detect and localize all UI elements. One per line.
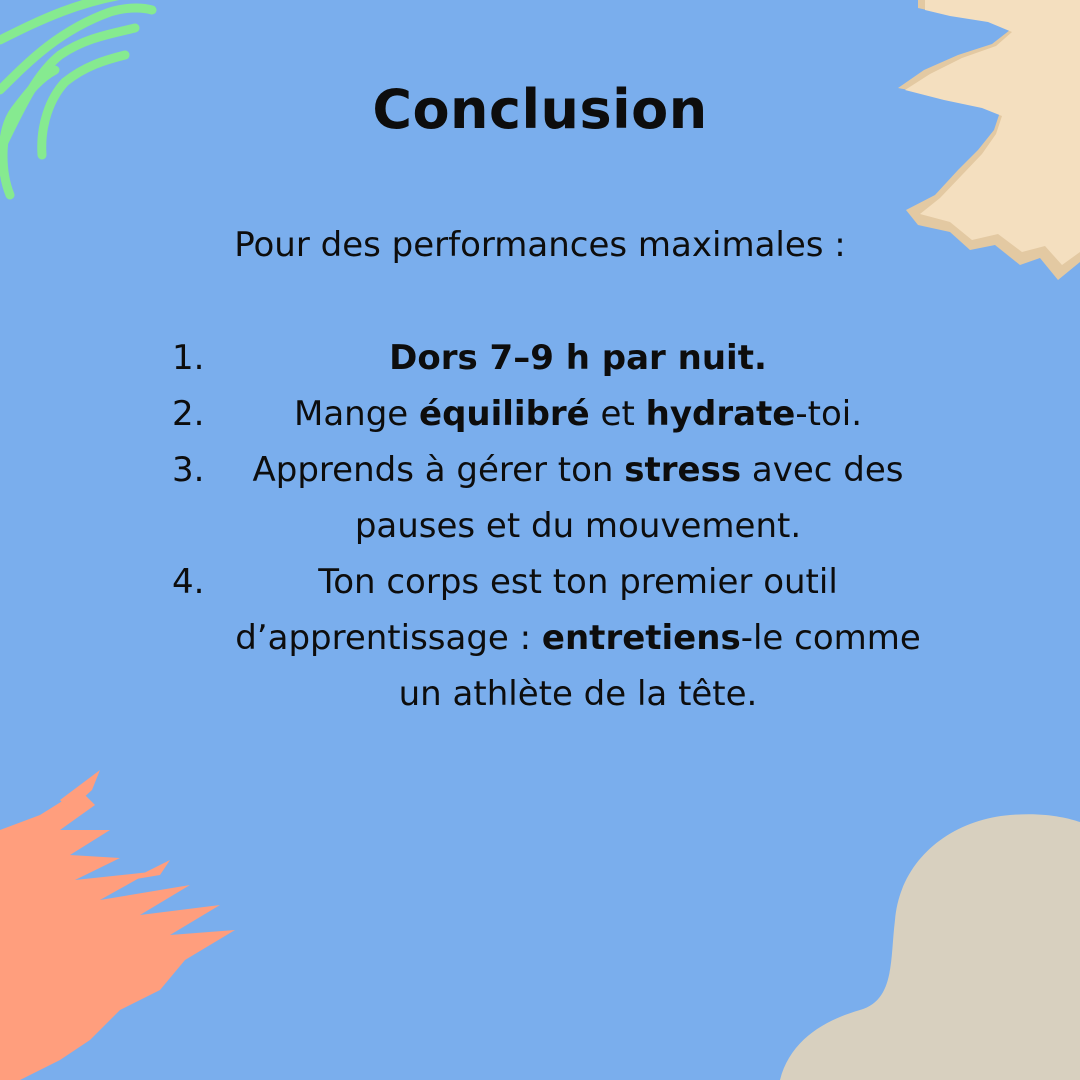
list-number: 3.	[172, 450, 205, 490]
list-item: 2. Mange équilibré et hydrate-toi.	[172, 386, 932, 442]
list-number: 1.	[172, 338, 205, 378]
beige-blob	[780, 814, 1080, 1080]
list-item: 4. Ton corps est ton premier outil d’app…	[172, 554, 932, 722]
list-item-text: Ton corps est ton premier outil d’appren…	[235, 562, 921, 714]
list-number: 4.	[172, 562, 205, 602]
intro-text: Pour des performances maximales :	[234, 225, 846, 265]
salmon-brush-stroke	[0, 770, 235, 1080]
list-item: 1. Dors 7–9 h par nuit.	[172, 330, 932, 386]
list-item-text: Mange équilibré et hydrate-toi.	[293, 394, 863, 434]
list-number: 2.	[172, 394, 205, 434]
advice-list: 1. Dors 7–9 h par nuit. 2. Mange équilib…	[172, 330, 932, 722]
list-item-text: Dors 7–9 h par nuit.	[389, 338, 767, 378]
list-item-text: Apprends à gérer ton stress avec des pau…	[252, 450, 904, 546]
list-item: 3. Apprends à gérer ton stress avec des …	[172, 442, 932, 554]
page-title: Conclusion	[372, 78, 708, 142]
